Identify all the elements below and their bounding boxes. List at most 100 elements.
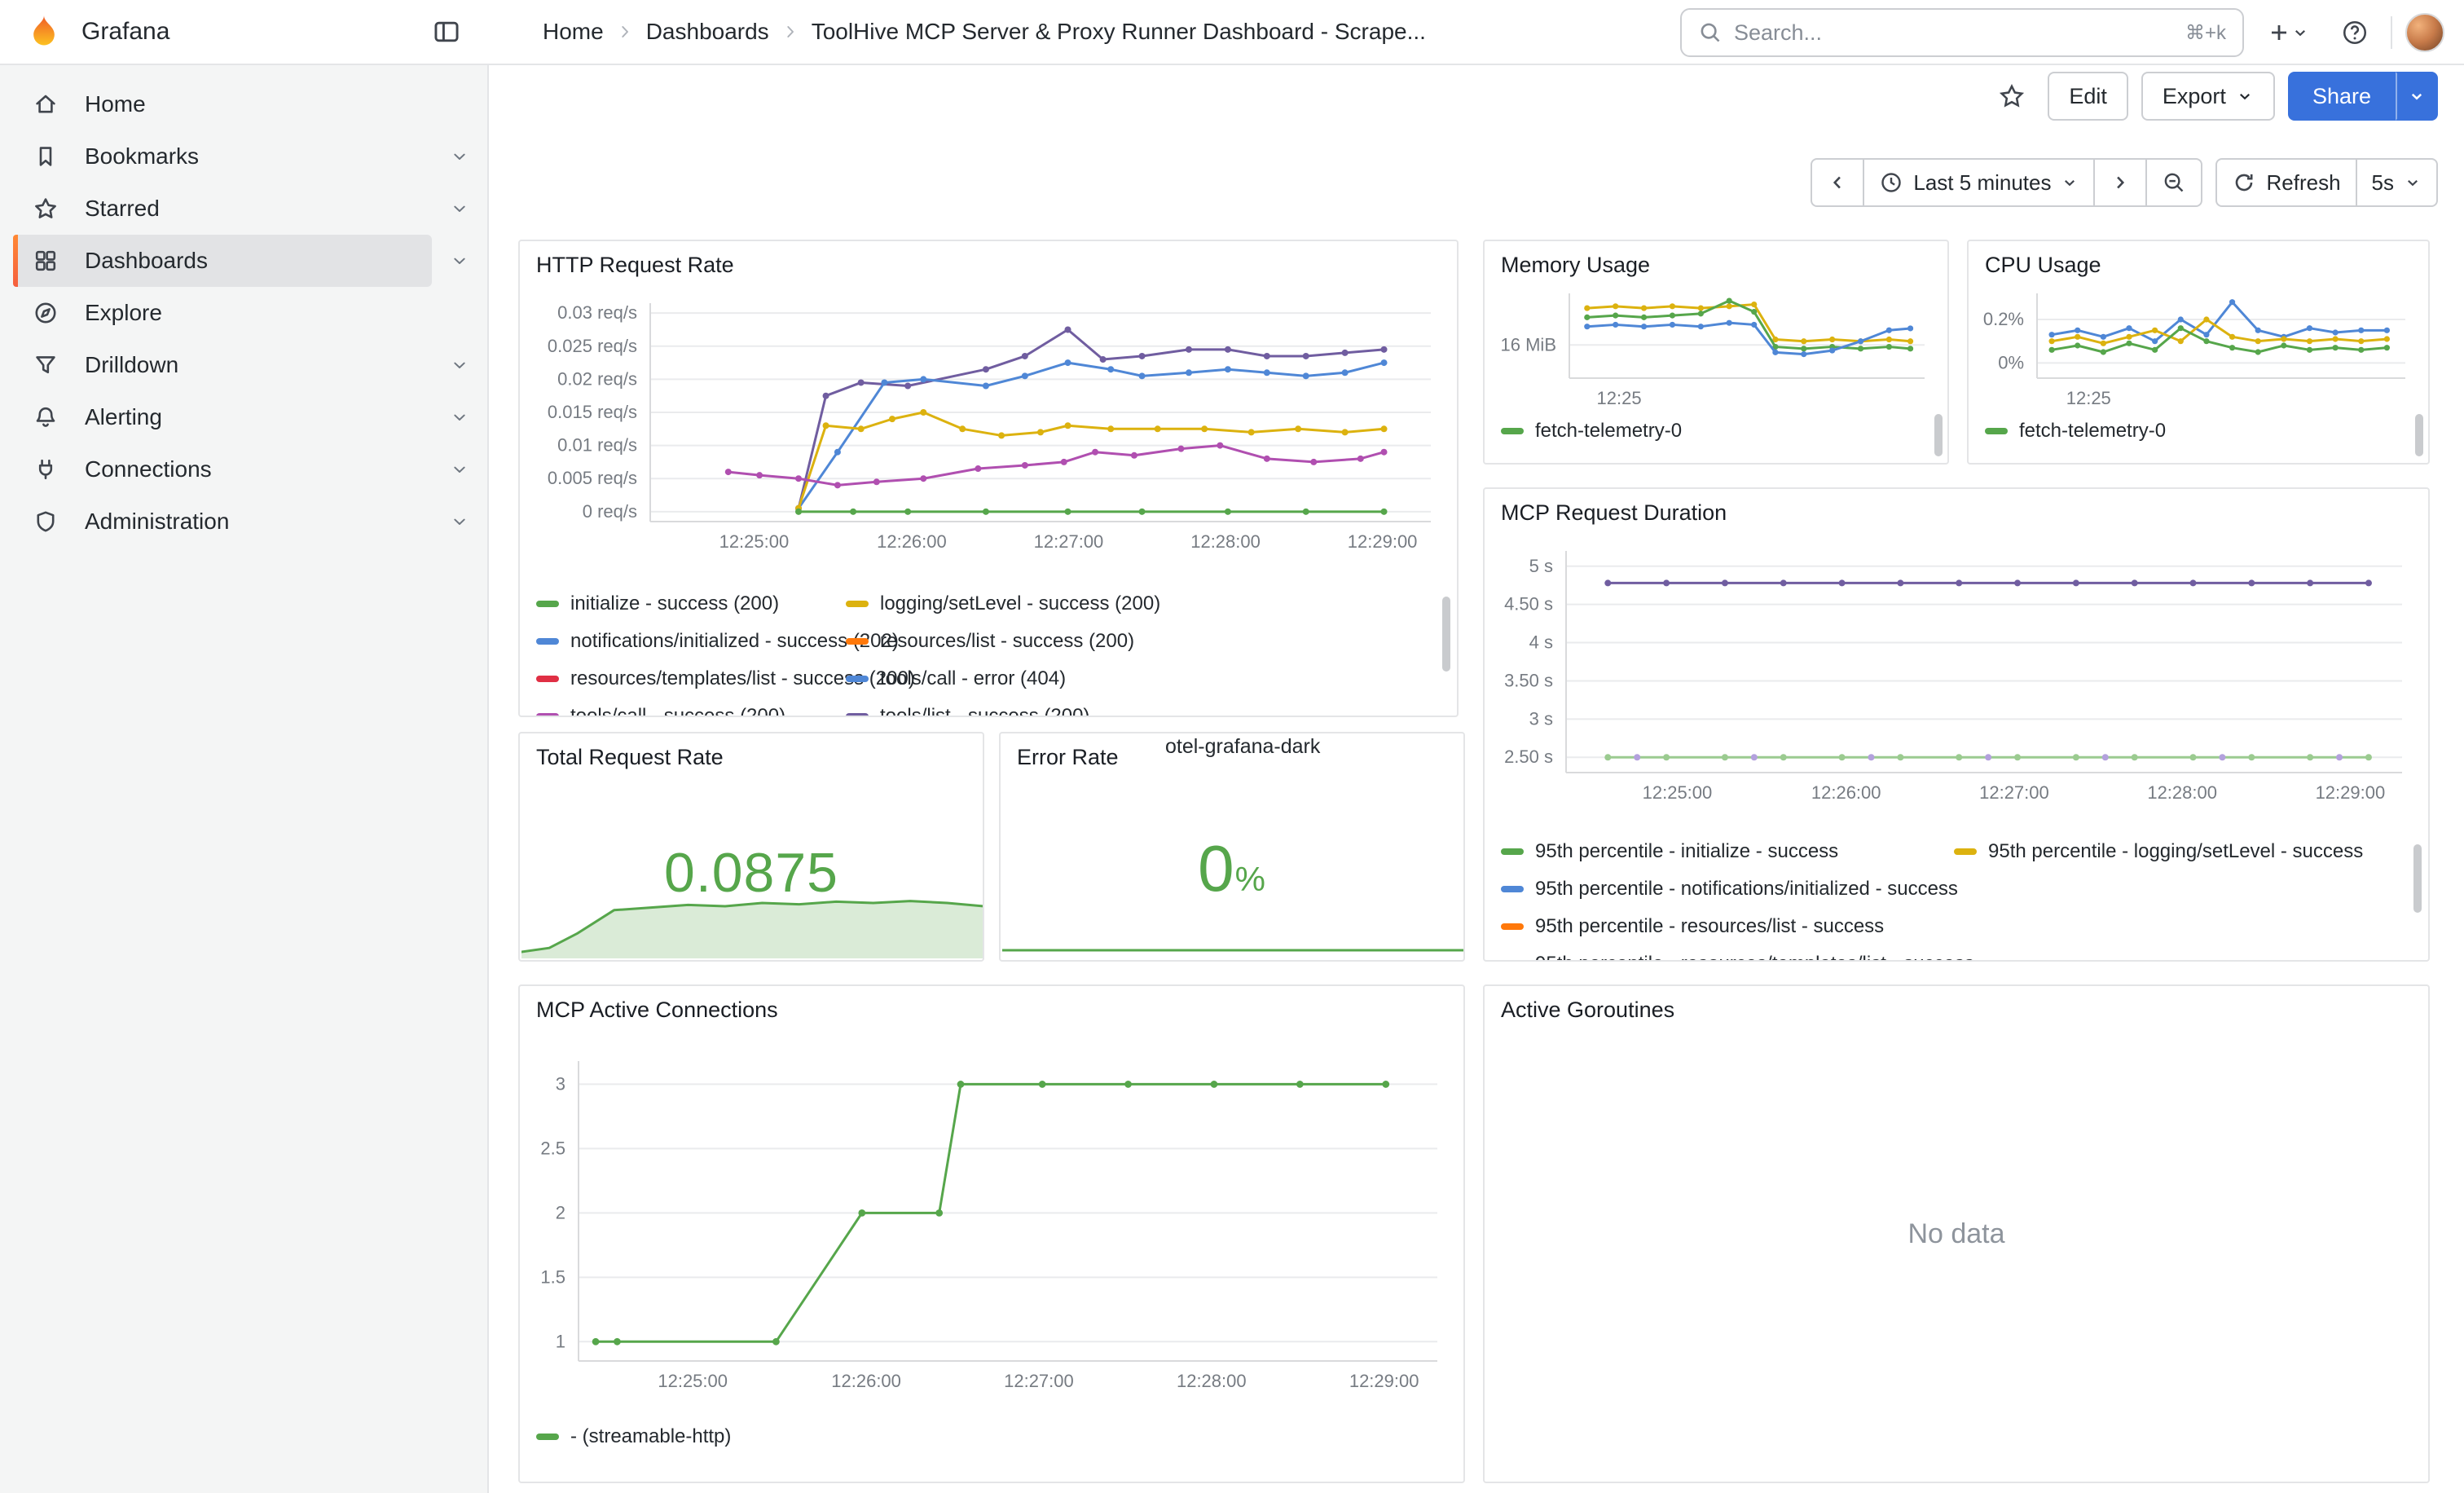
zoom-out-icon [2162,170,2186,195]
panel-title[interactable]: MCP Active Connections [536,998,778,1023]
svg-text:12:27:00: 12:27:00 [1034,531,1104,552]
legend-item[interactable]: initialize - success (200) [536,590,779,618]
memory-usage-chart[interactable]: 16 MiB12:25 [1485,280,1947,407]
svg-text:12:25: 12:25 [2066,388,2111,407]
cpu-usage-chart[interactable]: 0.2%0%12:25 [1969,280,2428,407]
legend-item[interactable]: tools/call - success (200) [536,702,785,716]
sidebar-item-bookmarks[interactable]: Bookmarks [13,130,432,183]
chevron-down-icon[interactable] [432,183,487,235]
zoom-out-button[interactable] [2145,158,2202,207]
dock-menu-icon[interactable] [424,9,469,55]
sidebar-item-connections[interactable]: Connections [13,443,432,495]
svg-text:12:28:00: 12:28:00 [1177,1371,1247,1391]
panel-title[interactable]: Memory Usage [1501,253,1650,278]
share-button[interactable]: Share [2288,72,2396,121]
svg-text:12:25:00: 12:25:00 [658,1371,728,1391]
legend-item[interactable]: logging/setLevel - success (200) [846,590,1160,618]
mcp-request-duration-chart[interactable]: 5 s4.50 s4 s3.50 s3 s2.50 s12:25:0012:26… [1485,531,2428,821]
panel-title[interactable]: Total Request Rate [536,745,724,770]
chevron-down-icon[interactable] [432,443,487,495]
time-back-button[interactable] [1811,158,1864,207]
sidebar-item-label: Drilldown [85,352,178,378]
chevron-down-icon[interactable] [432,495,487,548]
svg-text:12:29:00: 12:29:00 [1349,1371,1419,1391]
panel-error-rate: Error Rate otel-grafana-dark 0% [999,732,1465,962]
legend-item[interactable]: 95th percentile - notifications/initiali… [1501,875,1958,903]
breadcrumb-item[interactable]: Home [543,19,604,45]
breadcrumb-item[interactable]: ToolHive MCP Server & Proxy Runner Dashb… [812,19,1426,45]
help-icon[interactable] [2332,10,2378,55]
sidebar-item-home[interactable]: Home [13,78,487,130]
legend-item[interactable]: notifications/initialized - success (202… [536,628,899,655]
legend-scrollbar-thumb[interactable] [1442,597,1450,672]
breadcrumb-item[interactable]: Dashboards [646,19,769,45]
sidebar-item-dashboards[interactable]: Dashboards [13,235,432,287]
total-request-rate-sparkline[interactable] [521,890,984,958]
edit-button[interactable]: Edit [2048,72,2128,121]
svg-text:12:26:00: 12:26:00 [877,531,947,552]
sidebar-item-label: Administration [85,509,229,535]
refresh-button[interactable]: Refresh [2215,158,2356,207]
legend-item[interactable]: fetch-telemetry-0 [1501,417,1682,445]
legend-item[interactable]: tools/list - success (200) [846,702,1089,716]
legend-item[interactable]: 95th percentile - initialize - success [1501,838,1838,865]
share-dropdown-button[interactable] [2396,72,2438,121]
svg-text:12:28:00: 12:28:00 [2147,782,2217,803]
svg-text:12:29:00: 12:29:00 [1348,531,1418,552]
legend-item[interactable]: 95th percentile - logging/setLevel - suc… [1954,838,2363,865]
search-field[interactable] [1734,20,2174,46]
sidebar-item-drilldown[interactable]: Drilldown [13,339,432,391]
refresh-interval-dropdown[interactable]: 5s [2356,158,2438,207]
svg-text:12:26:00: 12:26:00 [831,1371,901,1391]
star-icon[interactable] [1989,73,2035,119]
time-forward-button[interactable] [2093,158,2147,207]
svg-text:0.03 req/s: 0.03 req/s [557,302,637,323]
search-input[interactable]: ⌘+k [1680,8,2244,57]
svg-text:4 s: 4 s [1529,632,1553,653]
legend-item[interactable]: tools/call - error (404) [846,665,1066,693]
legend-item[interactable]: 95th percentile - resources/list - succe… [1501,913,1884,940]
http-request-rate-chart[interactable]: 0 req/s0.005 req/s0.01 req/s0.015 req/s0… [520,284,1457,570]
panel-title[interactable]: CPU Usage [1985,253,2101,278]
sidebar-item-alerting[interactable]: Alerting [13,391,432,443]
legend-swatch [1501,428,1524,434]
chevron-down-icon[interactable] [432,130,487,183]
add-button[interactable] [2257,10,2319,55]
legend-item[interactable]: 95th percentile - resources/templates/li… [1501,950,1974,960]
refresh-icon [2232,170,2256,195]
app-title: Grafana [81,18,424,46]
top-bar-right: ⌘+k [1680,0,2444,65]
legend-scrollbar-thumb[interactable] [2415,414,2423,456]
mcp-active-connections-chart[interactable]: 32.521.5112:25:0012:26:0012:27:0012:28:0… [520,1032,1463,1410]
legend-item[interactable]: fetch-telemetry-0 [1985,417,2166,445]
svg-text:1: 1 [556,1331,565,1351]
svg-text:12:28:00: 12:28:00 [1190,531,1261,552]
clock-icon [1879,170,1903,195]
legend-swatch [1501,886,1524,892]
chevron-down-icon[interactable] [432,339,487,391]
legend-scrollbar-thumb[interactable] [1934,414,1943,456]
legend-scrollbar-thumb[interactable] [2413,844,2422,913]
legend-item[interactable]: - (streamable-http) [536,1423,731,1451]
error-rate-sparkline[interactable] [1002,942,1465,958]
svg-text:0%: 0% [1998,352,2024,372]
svg-text:2: 2 [556,1202,565,1222]
compass-icon [33,300,59,326]
sidebar-item-starred[interactable]: Starred [13,183,432,235]
sidebar-item-administration[interactable]: Administration [13,495,432,548]
sidebar-item-explore[interactable]: Explore [13,287,487,339]
svg-text:12:25: 12:25 [1597,388,1642,407]
time-range-picker[interactable]: Last 5 minutes [1863,158,2095,207]
grafana-app: Grafana Home Dashboards ToolHive MCP Serve… [0,0,2464,1493]
panel-title[interactable]: HTTP Request Rate [536,253,734,278]
grafana-logo[interactable] [26,14,62,50]
legend-label: fetch-telemetry-0 [2019,420,2166,443]
panel-mcp-request-duration: MCP Request Duration 5 s4.50 s4 s3.50 s3… [1483,487,2430,962]
chevron-down-icon[interactable] [432,235,487,287]
chevron-down-icon[interactable] [432,391,487,443]
panel-title[interactable]: Error Rate [1017,745,1119,770]
panel-title[interactable]: MCP Request Duration [1501,500,1727,526]
legend-item[interactable]: resources/list - success (200) [846,628,1134,655]
avatar[interactable] [2405,13,2444,52]
export-button[interactable]: Export [2141,72,2275,121]
